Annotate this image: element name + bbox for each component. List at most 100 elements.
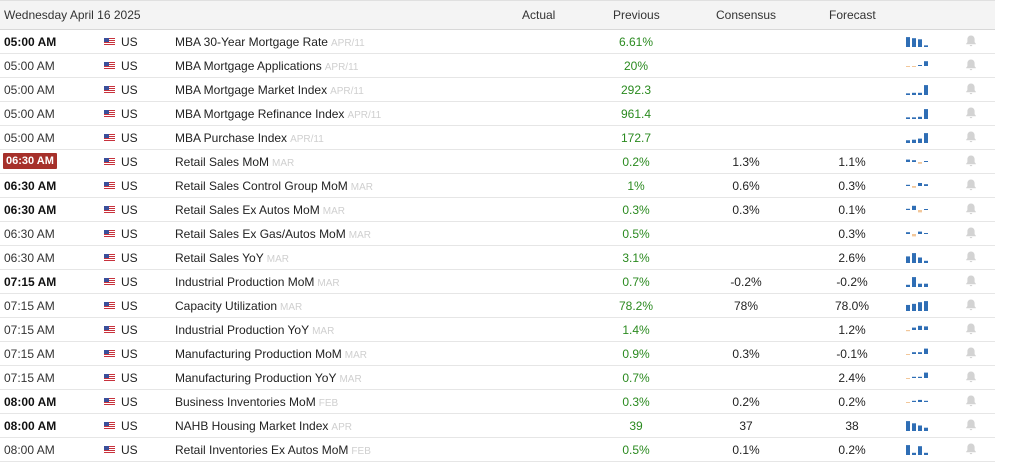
event-row[interactable]: 07:15 AM US Industrial Production MoM MAR 0.…	[0, 270, 995, 294]
event-time: 08:00 AM	[4, 443, 55, 457]
history-sparkline[interactable]	[905, 347, 929, 360]
event-row[interactable]: 05:00 AM US MBA Mortgage Market Index APR/1…	[0, 78, 995, 102]
bell-icon[interactable]	[964, 274, 978, 288]
event-name-link[interactable]: Capacity Utilization MAR	[175, 299, 302, 313]
event-row[interactable]: 05:00 AM US MBA Mortgage Refinance Index AP…	[0, 102, 995, 126]
event-name-link[interactable]: Retail Sales Ex Autos MoM MAR	[175, 203, 345, 217]
event-name-link[interactable]: Retail Sales YoY MAR	[175, 251, 289, 265]
event-row[interactable]: 08:00 AM US NAHB Housing Market Index APR 39…	[0, 414, 995, 438]
bell-icon[interactable]	[964, 442, 978, 456]
event-name-link[interactable]: MBA Purchase Index APR/11	[175, 131, 324, 145]
history-sparkline[interactable]	[905, 299, 929, 312]
history-sparkline[interactable]	[905, 227, 929, 240]
bell-icon[interactable]	[964, 34, 978, 48]
event-name-link[interactable]: Manufacturing Production YoY MAR	[175, 371, 362, 385]
history-sparkline[interactable]	[905, 251, 929, 264]
bell-icon[interactable]	[964, 154, 978, 168]
event-row[interactable]: 08:00 AM US Business Inventories MoM FEB 0.3…	[0, 390, 995, 414]
event-name-link[interactable]: Manufacturing Production MoM MAR	[175, 347, 367, 361]
event-name: MBA Mortgage Applications	[175, 59, 322, 73]
bell-icon[interactable]	[964, 370, 978, 384]
event-row[interactable]: 06:30 AM US Retail Sales Control Group MoM…	[0, 174, 995, 198]
consensus-column-header[interactable]: Consensus	[716, 8, 776, 22]
history-sparkline[interactable]	[905, 203, 929, 216]
event-name-link[interactable]: MBA Mortgage Refinance Index APR/11	[175, 107, 381, 121]
event-row[interactable]: 06:30 AM US Retail Sales Ex Autos MoM MAR 0.…	[0, 198, 995, 222]
bell-icon[interactable]	[964, 130, 978, 144]
event-time: 06:30 AM	[4, 251, 55, 265]
previous-value: 292.3	[620, 83, 652, 97]
history-sparkline[interactable]	[905, 179, 929, 192]
history-sparkline[interactable]	[905, 443, 929, 456]
bell-icon[interactable]	[964, 178, 978, 192]
event-row[interactable]: 05:00 AM US MBA 30-Year Mortgage Rate APR/1…	[0, 30, 995, 54]
event-reference-period: APR/11	[324, 62, 359, 73]
event-name-link[interactable]: Retail Sales MoM MAR	[175, 155, 294, 169]
sparkline-bar	[906, 284, 910, 287]
bell-icon[interactable]	[964, 106, 978, 120]
event-name-link[interactable]: Retail Sales Ex Gas/Autos MoM MAR	[175, 227, 371, 241]
event-name-link[interactable]: Business Inventories MoM FEB	[175, 395, 338, 409]
event-time: 06:30 AM	[4, 179, 57, 193]
event-name-link[interactable]: MBA 30-Year Mortgage Rate APR/11	[175, 35, 365, 49]
sparkline-bar	[924, 109, 928, 119]
event-name: MBA Mortgage Market Index	[175, 83, 328, 97]
actual-column-header[interactable]: Actual	[522, 8, 555, 22]
event-row[interactable]: 08:00 AM US Retail Inventories Ex Autos Mo…	[0, 438, 995, 462]
previous-column-header[interactable]: Previous	[613, 8, 660, 22]
event-name-link[interactable]: Industrial Production MoM MAR	[175, 275, 340, 289]
bell-icon[interactable]	[964, 418, 978, 432]
event-time: 08:00 AM	[4, 419, 57, 433]
history-sparkline[interactable]	[905, 83, 929, 96]
bell-icon[interactable]	[964, 226, 978, 240]
event-row[interactable]: 06:30 AM US Retail Sales YoY MAR 3.1% 2.6%	[0, 246, 995, 270]
history-sparkline[interactable]	[905, 323, 929, 336]
sparkline-bar	[912, 452, 916, 455]
previous-value: 0.7%	[622, 275, 650, 289]
history-sparkline[interactable]	[905, 107, 929, 120]
event-country: US	[121, 395, 138, 409]
event-name-link[interactable]: Industrial Production YoY MAR	[175, 323, 334, 337]
event-time: 06:30 AM	[4, 203, 57, 217]
event-row[interactable]: 06:30 AM US Retail Sales MoM MAR 0.2% 1.3% 1.1…	[0, 150, 995, 174]
bell-icon[interactable]	[964, 250, 978, 264]
event-name-link[interactable]: NAHB Housing Market Index APR	[175, 419, 352, 433]
event-name: Retail Sales Control Group MoM	[175, 179, 348, 193]
event-name: Retail Sales Ex Gas/Autos MoM	[175, 227, 346, 241]
event-name: MBA 30-Year Mortgage Rate	[175, 35, 328, 49]
bell-icon[interactable]	[964, 322, 978, 336]
event-name-link[interactable]: Retail Sales Control Group MoM MAR	[175, 179, 373, 193]
history-sparkline[interactable]	[905, 395, 929, 408]
history-sparkline[interactable]	[905, 35, 929, 48]
sparkline-bar	[918, 65, 922, 66]
event-row[interactable]: 05:00 AM US MBA Purchase Index APR/11 172.7	[0, 126, 995, 150]
event-row[interactable]: 07:15 AM US Industrial Production YoY MAR 1.…	[0, 318, 995, 342]
bell-icon[interactable]	[964, 202, 978, 216]
bell-icon[interactable]	[964, 346, 978, 360]
history-sparkline[interactable]	[905, 275, 929, 288]
bell-icon[interactable]	[964, 58, 978, 72]
forecast-value: 2.6%	[838, 251, 866, 265]
previous-value: 0.3%	[622, 203, 650, 217]
history-sparkline[interactable]	[905, 155, 929, 168]
event-row[interactable]: 07:15 AM US Capacity Utilization MAR 78.2% 78…	[0, 294, 995, 318]
event-name-link[interactable]: MBA Mortgage Market Index APR/11	[175, 83, 364, 97]
forecast-value: 38	[845, 419, 859, 433]
event-reference-period: MAR	[339, 374, 362, 385]
history-sparkline[interactable]	[905, 131, 929, 144]
forecast-column-header[interactable]: Forecast	[829, 8, 876, 22]
event-name-link[interactable]: MBA Mortgage Applications APR/11	[175, 59, 358, 73]
event-row[interactable]: 07:15 AM US Manufacturing Production MoM MA…	[0, 342, 995, 366]
sparkline-bar	[924, 301, 928, 311]
event-row[interactable]: 05:00 AM US MBA Mortgage Applications APR/1…	[0, 54, 995, 78]
history-sparkline[interactable]	[905, 371, 929, 384]
bell-icon[interactable]	[964, 82, 978, 96]
event-row[interactable]: 07:15 AM US Manufacturing Production YoY MA…	[0, 366, 995, 390]
bell-icon[interactable]	[964, 298, 978, 312]
bell-icon[interactable]	[964, 394, 978, 408]
history-sparkline[interactable]	[905, 419, 929, 432]
event-row[interactable]: 06:30 AM US Retail Sales Ex Gas/Autos MoM M…	[0, 222, 995, 246]
history-sparkline[interactable]	[905, 59, 929, 72]
sparkline-bar	[906, 304, 910, 311]
event-name-link[interactable]: Retail Inventories Ex Autos MoM FEB	[175, 443, 371, 457]
